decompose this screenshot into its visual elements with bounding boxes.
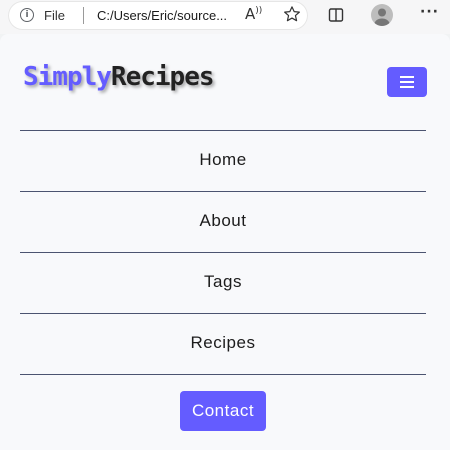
hamburger-icon	[400, 76, 414, 78]
hamburger-icon	[400, 86, 414, 88]
url-text[interactable]: C:/Users/Eric/source...	[97, 8, 227, 23]
site-logo[interactable]: SimplyRecipes	[23, 62, 214, 92]
file-label: File	[44, 8, 65, 23]
hamburger-icon	[400, 81, 414, 83]
nav-divider	[20, 374, 426, 375]
more-options-icon[interactable]: ···	[420, 4, 439, 20]
split-screen-icon[interactable]	[328, 7, 344, 23]
favorite-star-icon[interactable]	[283, 5, 301, 23]
nav-link-home[interactable]: Home	[20, 130, 426, 191]
logo-first-word: Simply	[23, 62, 112, 92]
contact-button[interactable]: Contact	[180, 391, 266, 431]
page-content: SimplyRecipes Home About Tags Recipes Co…	[0, 34, 450, 450]
address-bar[interactable]: i File C:/Users/Eric/source... A))	[8, 1, 308, 30]
menu-toggle-button[interactable]	[387, 67, 427, 97]
address-separator	[83, 7, 84, 24]
nav-link-about[interactable]: About	[20, 191, 426, 252]
nav-link-tags[interactable]: Tags	[20, 252, 426, 313]
profile-person-icon	[374, 8, 390, 26]
profile-avatar[interactable]	[371, 4, 393, 26]
nav-link-recipes[interactable]: Recipes	[20, 313, 426, 374]
info-icon[interactable]: i	[20, 8, 34, 22]
browser-toolbar: i File C:/Users/Eric/source... A)) ···	[0, 0, 450, 34]
read-aloud-icon[interactable]: A))	[245, 5, 262, 23]
logo-second-word: Recipes	[110, 62, 215, 92]
nav-menu: Home About Tags Recipes	[20, 130, 426, 375]
